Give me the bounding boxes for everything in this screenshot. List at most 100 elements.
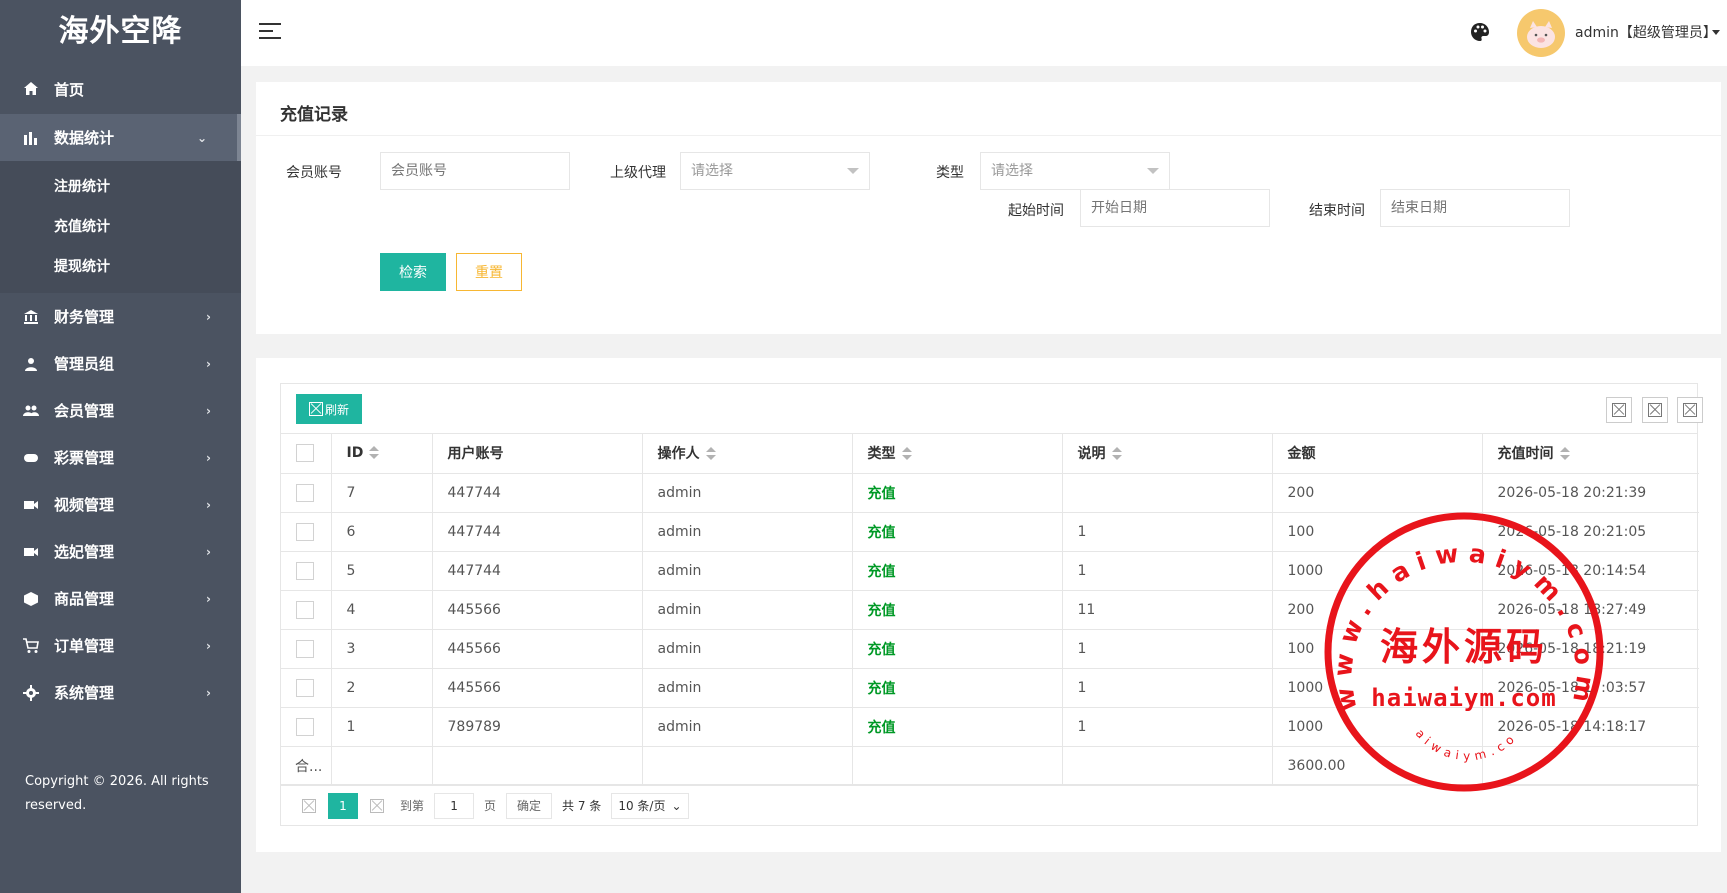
chevron-right-icon: › [206,497,211,512]
cell-id: 4 [331,590,433,630]
sidebar-item-finance[interactable]: 财务管理 › [0,293,241,340]
sidebar-subitem-recharge-stats[interactable]: 充值统计 [0,207,241,247]
prev-page-icon[interactable] [296,793,322,819]
refresh-button[interactable]: 刷新 [296,394,362,424]
sidebar-subitem-register-stats[interactable]: 注册统计 [0,167,241,207]
agent-select[interactable]: 请选择 [680,152,870,190]
row-checkbox[interactable] [296,483,314,502]
column-header-note[interactable]: 说明 [1062,434,1273,474]
chevron-right-icon: › [206,544,211,559]
type-select[interactable]: 请选择 [980,152,1170,190]
cell-id: 7 [331,473,433,513]
bank-icon [22,308,40,326]
export-icon[interactable] [1642,397,1668,423]
sidebar-item-products[interactable]: 商品管理 › [0,575,241,622]
row-checkbox[interactable] [296,639,314,658]
column-header-type[interactable]: 类型 [852,434,1063,474]
sidebar-item-data-stats[interactable]: 数据统计 ⌄ [0,114,241,161]
chevron-right-icon: › [206,685,211,700]
sidebar-item-video[interactable]: 视频管理 › [0,481,241,528]
video-icon [22,496,40,514]
avatar[interactable] [1517,9,1565,57]
cell-note: 11 [1062,590,1273,630]
page-number-current[interactable]: 1 [328,792,358,819]
cell-operator: admin [642,473,853,513]
cell-amount: 100 [1272,629,1483,669]
goto-page-input[interactable]: 1 [434,792,475,819]
sidebar-item-label: 商品管理 [54,590,115,608]
row-checkbox[interactable] [296,717,314,736]
total-label: 合... [281,746,332,786]
select-all-checkbox[interactable] [296,444,314,463]
sidebar-item-label: 系统管理 [54,684,115,702]
cell-type: 充值 [852,512,1063,552]
cell-operator: admin [642,707,853,747]
sort-icon[interactable] [705,447,716,461]
table-header-row: ID 用户账号 操作人 类型 说明 金额 充值时间 [281,434,1699,474]
pagination: 1 到第 1 页 确定 共 7 条 10 条/页 ⌄ [281,784,1697,826]
row-checkbox[interactable] [296,678,314,697]
data-table-wrapper: 刷新 ID 用户账号 操作人 类型 说明 金额 充值时间 7 447744 ad… [280,383,1703,826]
sidebar-subitem-withdraw-stats[interactable]: 提现统计 [0,247,241,287]
member-account-input[interactable] [380,152,570,190]
menu-toggle-icon[interactable] [259,23,281,41]
header-checkbox-cell [281,434,332,474]
next-page-icon[interactable] [364,793,390,819]
palette-icon[interactable] [1470,22,1490,42]
table-card: 刷新 ID 用户账号 操作人 类型 说明 金额 充值时间 7 447744 ad… [256,358,1721,852]
sort-icon[interactable] [1559,447,1570,461]
sidebar-item-label: 选妃管理 [54,543,115,561]
end-date-input[interactable] [1380,189,1570,227]
column-header-amount: 金额 [1272,434,1483,474]
sidebar-item-lottery[interactable]: 彩票管理 › [0,434,241,481]
start-date-input[interactable] [1080,189,1270,227]
page-size-select[interactable]: 10 条/页 ⌄ [611,792,689,819]
sidebar-item-label: 视频管理 [54,496,115,514]
sidebar-item-members[interactable]: 会员管理 › [0,387,241,434]
sidebar: 海外空降 首页 数据统计 ⌄ 注册统计 充值统计 提现统计 财务管理 › 管理员… [0,0,241,893]
cell-operator: admin [642,551,853,591]
cube-icon [22,590,40,608]
print-icon[interactable] [1677,397,1703,423]
chevron-right-icon: › [206,638,211,653]
sidebar-item-label: 数据统计 [54,129,115,147]
cell-amount: 200 [1272,590,1483,630]
reset-button[interactable]: 重置 [456,253,522,291]
cell-operator: admin [642,590,853,630]
cell-time: 2026-05-18 17:03:57 [1482,668,1699,708]
chevron-right-icon: › [206,591,211,606]
cell-time: 2026-05-18 20:14:54 [1482,551,1699,591]
caret-down-icon[interactable] [1712,30,1720,35]
sidebar-item-system[interactable]: 系统管理 › [0,669,241,716]
goto-confirm-button[interactable]: 确定 [506,792,553,819]
column-header-id[interactable]: ID [331,434,433,474]
column-header-operator[interactable]: 操作人 [642,434,853,474]
sidebar-item-admin-group[interactable]: 管理员组 › [0,340,241,387]
cell-operator: admin [642,512,853,552]
user-menu[interactable]: admin【超级管理员】 [1575,22,1717,42]
chevron-down-icon: ⌄ [196,130,207,145]
cell-amount: 1000 [1272,707,1483,747]
cell-type: 充值 [852,629,1063,669]
cell-id: 1 [331,707,433,747]
row-checkbox[interactable] [296,600,314,619]
column-header-account: 用户账号 [432,434,643,474]
sort-icon[interactable] [901,447,912,461]
sidebar-item-select[interactable]: 选妃管理 › [0,528,241,575]
search-button[interactable]: 检索 [380,253,446,291]
cell-time: 2026-05-18 20:21:05 [1482,512,1699,552]
sort-icon[interactable] [369,446,380,460]
divider [256,135,1721,136]
row-checkbox[interactable] [296,522,314,541]
filter-columns-icon[interactable] [1606,397,1632,423]
row-checkbox[interactable] [296,561,314,580]
sidebar-item-home[interactable]: 首页 [0,64,241,114]
cell-account: 447744 [432,512,643,552]
sort-icon[interactable] [1111,447,1122,461]
page-title: 充值记录 [280,105,348,125]
refresh-label: 刷新 [324,402,349,417]
sidebar-item-orders[interactable]: 订单管理 › [0,622,241,669]
column-header-time[interactable]: 充值时间 [1482,434,1699,474]
cell-operator: admin [642,629,853,669]
cell-operator: admin [642,668,853,708]
